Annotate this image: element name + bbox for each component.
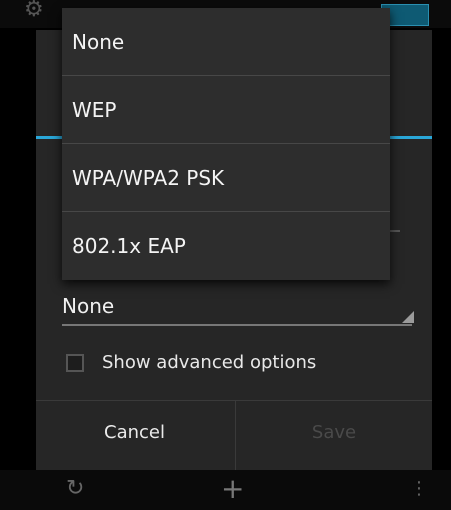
cancel-button[interactable]: Cancel xyxy=(36,401,233,471)
security-options-popup: None WEP WPA/WPA2 PSK 802.1x EAP xyxy=(62,8,390,280)
security-value: None xyxy=(62,294,115,318)
show-advanced-label: Show advanced options xyxy=(102,352,317,373)
gear-icon[interactable]: ⚙ xyxy=(24,0,50,21)
option-8021x-eap[interactable]: 802.1x EAP xyxy=(62,212,390,280)
bottom-bar: ↻ + ⋮ xyxy=(0,470,451,510)
plus-icon[interactable]: + xyxy=(221,472,244,505)
show-advanced-row[interactable]: Show advanced options xyxy=(66,348,396,378)
option-none[interactable]: None xyxy=(62,8,390,76)
dialog-buttons: Cancel Save xyxy=(36,400,432,471)
overflow-menu-icon[interactable]: ⋮ xyxy=(410,478,428,499)
security-dropdown[interactable]: None xyxy=(62,284,414,326)
option-wpa-psk[interactable]: WPA/WPA2 PSK xyxy=(62,144,390,212)
option-label: None xyxy=(72,30,125,54)
show-advanced-checkbox[interactable] xyxy=(66,354,84,372)
option-label: 802.1x EAP xyxy=(72,234,186,258)
refresh-icon[interactable]: ↻ xyxy=(66,476,84,501)
option-label: WEP xyxy=(72,98,117,122)
save-button[interactable]: Save xyxy=(235,401,432,471)
option-label: WPA/WPA2 PSK xyxy=(72,166,225,190)
dropdown-indicator-icon xyxy=(402,311,414,323)
option-wep[interactable]: WEP xyxy=(62,76,390,144)
